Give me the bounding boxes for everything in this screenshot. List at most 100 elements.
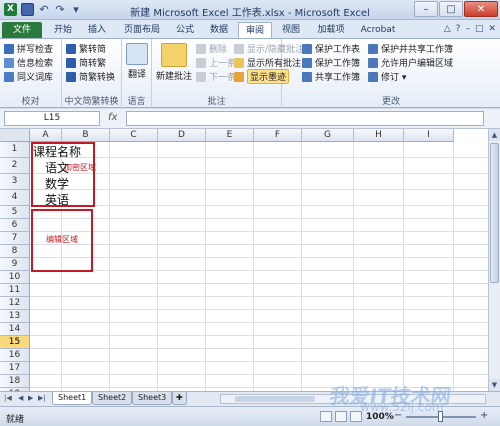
track-changes-button[interactable]: 修订 ▾ <box>368 70 406 83</box>
gridline-vertical <box>253 142 254 391</box>
gridline-vertical <box>157 142 158 391</box>
scroll-down-icon[interactable]: ▼ <box>489 379 500 391</box>
save-icon[interactable] <box>21 3 34 16</box>
formula-input[interactable] <box>126 111 484 126</box>
show-ink-icon <box>234 71 244 82</box>
row-header[interactable]: 16 <box>0 349 30 362</box>
allow-edit-ranges-button[interactable]: 允许用户编辑区域 <box>368 56 453 69</box>
tab-data[interactable]: 数据 <box>204 22 234 38</box>
doc-restore-icon[interactable]: □ <box>475 24 484 34</box>
window-title: 新建 Microsoft Excel 工作表.xlsx - Microsoft … <box>130 8 370 19</box>
research-button[interactable]: 信息检索 <box>4 56 53 69</box>
sheet-tab-sheet1[interactable]: Sheet1 <box>52 392 93 405</box>
column-header[interactable]: A <box>30 129 62 142</box>
translate-button[interactable]: 翻译 <box>124 43 150 80</box>
row-header[interactable]: 12 <box>0 297 30 310</box>
protect-sheet-button[interactable]: 保护工作表 <box>302 42 360 55</box>
status-text: 就绪 <box>6 415 25 425</box>
vertical-scrollbar[interactable]: ▲ ▼ <box>488 129 500 391</box>
column-header[interactable]: F <box>254 129 302 142</box>
column-header[interactable]: E <box>206 129 254 142</box>
horizontal-scroll-thumb[interactable] <box>235 396 315 402</box>
new-comment-button[interactable]: 新建批注 <box>154 43 194 82</box>
trad-to-simp-button[interactable]: 繁转简 <box>66 42 106 55</box>
maximize-button[interactable]: □ <box>439 1 463 17</box>
column-header[interactable]: C <box>110 129 158 142</box>
doc-close-icon[interactable]: ✕ <box>488 24 496 34</box>
spelling-icon <box>4 43 14 54</box>
tab-home[interactable]: 开始 <box>48 22 78 38</box>
row-header[interactable]: 2 <box>0 158 30 174</box>
next-sheet-icon[interactable]: ▶ <box>28 394 33 402</box>
gridline-horizontal <box>30 270 488 271</box>
tab-acrobat[interactable]: Acrobat <box>356 22 400 38</box>
insert-sheet-icon[interactable]: ✚ <box>172 392 187 405</box>
chinese-conversion-group: 繁转简 简转繁 简繁转换 中文简繁转换 <box>62 39 122 109</box>
row-header[interactable]: 9 <box>0 258 30 271</box>
row-header[interactable]: 1 <box>0 142 30 158</box>
tab-formulas[interactable]: 公式 <box>170 22 200 38</box>
tab-file[interactable]: 文件 <box>2 22 42 38</box>
worksheet-grid[interactable]: ABCDEFGHI 123456789101112131415161718192… <box>0 129 488 391</box>
row-header[interactable]: 18 <box>0 375 30 388</box>
zoom-in-icon[interactable]: + <box>480 410 488 421</box>
protect-workbook-button[interactable]: 保护工作簿 <box>302 56 360 69</box>
row-header[interactable]: 11 <box>0 284 30 297</box>
row-header[interactable]: 10 <box>0 271 30 284</box>
sheet-tab-sheet2[interactable]: Sheet2 <box>92 392 133 405</box>
row-header[interactable]: 14 <box>0 323 30 336</box>
row-header[interactable]: 6 <box>0 219 30 232</box>
tab-addins[interactable]: 加载项 <box>312 22 350 38</box>
scroll-up-icon[interactable]: ▲ <box>489 129 500 141</box>
show-ink-button[interactable]: 显示墨迹 <box>234 69 290 84</box>
chinese-conversion-button[interactable]: 简繁转换 <box>66 70 115 83</box>
prev-sheet-icon[interactable]: ◀ <box>18 394 23 402</box>
protect-share-workbook-button[interactable]: 保护并共享工作簿 <box>368 42 453 55</box>
last-sheet-icon[interactable]: ▶| <box>38 394 46 402</box>
excel-logo-icon[interactable]: X <box>4 3 17 16</box>
vertical-scroll-thumb[interactable] <box>490 143 499 283</box>
row-header[interactable]: 15 <box>0 336 30 349</box>
page-layout-view-icon[interactable] <box>335 411 347 422</box>
normal-view-icon[interactable] <box>320 411 332 422</box>
row-header[interactable]: 8 <box>0 245 30 258</box>
proofing-group: 拼写检查 信息检索 同义词库 校对 <box>0 39 62 109</box>
first-sheet-icon[interactable]: |◀ <box>4 394 12 402</box>
tab-view[interactable]: 视图 <box>276 22 306 38</box>
previous-comment-button[interactable]: 上一条 <box>196 56 236 69</box>
name-box[interactable]: L15 <box>4 111 100 126</box>
tab-page-layout[interactable]: 页面布局 <box>118 22 166 38</box>
thesaurus-button[interactable]: 同义词库 <box>4 70 53 83</box>
row-header[interactable]: 7 <box>0 232 30 245</box>
minimize-button[interactable]: – <box>414 1 438 17</box>
close-button[interactable]: ✕ <box>464 1 498 17</box>
gridline-horizontal <box>30 322 488 323</box>
column-header[interactable]: H <box>354 129 404 142</box>
next-comment-button[interactable]: 下一条 <box>196 70 236 83</box>
window-controls: – □ ✕ <box>414 1 498 17</box>
tab-review[interactable]: 审阅 <box>238 22 272 38</box>
column-header[interactable]: D <box>158 129 206 142</box>
gridline-horizontal <box>30 296 488 297</box>
column-header[interactable]: B <box>62 129 110 142</box>
delete-comment-button[interactable]: 删除 <box>196 42 227 55</box>
sheet-tab-sheet3[interactable]: Sheet3 <box>132 392 173 405</box>
spelling-button[interactable]: 拼写检查 <box>4 42 53 55</box>
minimize-ribbon-icon[interactable]: △ <box>444 24 451 34</box>
share-workbook-button[interactable]: 共享工作簿 <box>302 70 360 83</box>
row-header[interactable]: 13 <box>0 310 30 323</box>
column-header[interactable]: G <box>302 129 354 142</box>
simp-to-trad-button[interactable]: 简转繁 <box>66 56 106 69</box>
row-header[interactable]: 17 <box>0 362 30 375</box>
tab-insert[interactable]: 插入 <box>82 22 112 38</box>
select-all-corner[interactable] <box>0 129 30 142</box>
row-header[interactable]: 4 <box>0 190 30 206</box>
column-header[interactable]: I <box>404 129 454 142</box>
group-label: 中文简繁转换 <box>64 97 119 107</box>
row-header[interactable]: 3 <box>0 174 30 190</box>
insert-function-icon[interactable]: fx <box>108 112 117 123</box>
row-header[interactable]: 5 <box>0 206 30 219</box>
doc-minimize-icon[interactable]: – <box>465 24 470 34</box>
show-all-comments-icon <box>234 57 244 68</box>
help-icon[interactable]: ? <box>456 24 461 34</box>
